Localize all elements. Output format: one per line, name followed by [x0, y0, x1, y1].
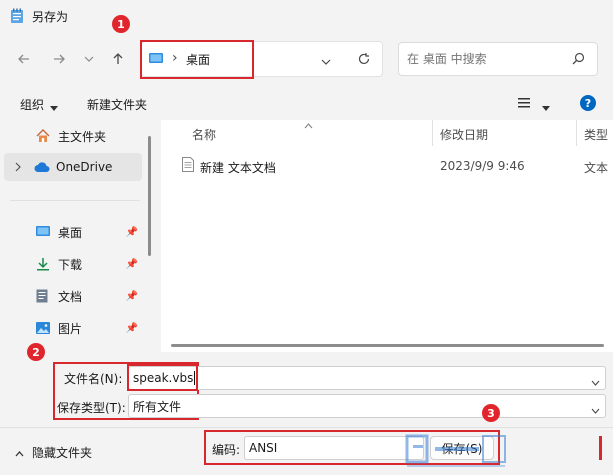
sort-ascending-icon [304, 118, 313, 132]
column-header-name[interactable]: 名称 [192, 126, 216, 143]
forward-button[interactable] [47, 47, 71, 71]
encoding-label: 编码: [212, 443, 241, 457]
address-dropdown-button[interactable] [321, 55, 331, 69]
sidebar-item-label: 主文件夹 [58, 129, 107, 144]
sidebar-item-label: OneDrive [56, 160, 113, 174]
encoding-value: ANSI [249, 441, 278, 455]
window-title: 另存为 [32, 10, 69, 24]
sidebar-scrollbar[interactable] [148, 136, 151, 256]
pin-icon: 📌 [125, 226, 138, 238]
refresh-icon [358, 53, 370, 65]
sidebar-item-label: 文档 [58, 289, 83, 304]
organize-menu[interactable]: 组织 [20, 96, 44, 113]
cancel-button-edge[interactable] [599, 436, 602, 460]
filename-dropdown-button[interactable] [591, 375, 600, 389]
list-view-icon [518, 98, 530, 108]
chevron-down-icon [84, 56, 94, 62]
chevron-right-icon[interactable] [14, 162, 22, 172]
filename-input[interactable]: speak.vbs [128, 366, 606, 390]
filetype-value: 所有文件 [133, 399, 182, 414]
sidebar-item-desktop[interactable]: 桌面 📌 [8, 218, 142, 246]
annotation-badge-3: 3 [482, 404, 500, 422]
annotation-badge-2: 2 [27, 343, 45, 361]
filetype-label: 保存类型(T): [57, 401, 126, 415]
file-list-scrollbar[interactable] [171, 344, 604, 347]
desktop-icon [36, 226, 50, 236]
caret-down-icon [50, 100, 58, 114]
up-button[interactable] [106, 47, 130, 71]
sidebar-item-documents[interactable]: 文档 📌 [8, 282, 142, 310]
pin-icon: 📌 [125, 258, 138, 270]
filename-highlight-box [127, 364, 198, 391]
title-bar [0, 0, 613, 32]
sidebar-item-onedrive[interactable]: OneDrive [4, 153, 142, 181]
column-header-modified[interactable]: 修改日期 [440, 126, 488, 143]
sidebar-item-downloads[interactable]: 下载 📌 [8, 250, 142, 278]
column-divider[interactable] [432, 120, 433, 146]
help-button[interactable]: ? [580, 95, 596, 111]
picture-icon [36, 322, 50, 334]
encoding-select[interactable]: ANSI [244, 436, 424, 460]
chevron-down-icon [591, 380, 600, 386]
download-icon [37, 258, 49, 271]
caret-down-icon [542, 100, 550, 114]
text-file-icon [182, 157, 194, 175]
filetype-select[interactable]: 所有文件 [128, 394, 606, 418]
watermark-logo [405, 432, 510, 470]
view-options-button[interactable] [518, 97, 530, 111]
document-icon [36, 289, 48, 303]
filetype-dropdown-button[interactable] [591, 403, 600, 417]
recent-locations-button[interactable] [77, 47, 101, 71]
arrow-left-icon [18, 54, 29, 64]
chevron-down-icon [321, 59, 331, 65]
arrow-up-icon [113, 53, 123, 64]
search-icon [572, 52, 585, 68]
annotation-badge-1: 1 [112, 15, 130, 33]
form-divider [0, 427, 613, 428]
sidebar-item-pictures[interactable]: 图片 📌 [8, 314, 142, 342]
refresh-button[interactable] [357, 52, 371, 69]
sidebar-item-label: 桌面 [58, 225, 83, 240]
file-modified: 2023/9/9 9:46 [440, 159, 525, 173]
new-folder-button[interactable]: 新建文件夹 [87, 96, 147, 113]
pin-icon: 📌 [125, 322, 138, 334]
file-name: 新建 文本文档 [200, 161, 276, 175]
address-highlight-box [140, 40, 254, 79]
column-divider[interactable] [576, 120, 577, 146]
sidebar-divider [10, 200, 140, 201]
sidebar-item-home[interactable]: 主文件夹 [8, 122, 142, 150]
sidebar-item-label: 图片 [58, 321, 83, 336]
cloud-icon [34, 162, 50, 172]
hide-folders-button[interactable]: 隐藏文件夹 [32, 444, 92, 461]
back-button[interactable] [12, 47, 36, 71]
filename-label: 文件名(N): [64, 372, 123, 386]
file-type: 文本 [584, 161, 609, 175]
home-icon [36, 129, 50, 142]
column-header-type[interactable]: 类型 [584, 126, 608, 143]
chevron-up-icon[interactable] [15, 446, 24, 460]
chevron-down-icon [591, 408, 600, 414]
arrow-right-icon [54, 54, 65, 64]
sidebar-item-label: 下载 [58, 257, 83, 272]
notepad-icon [10, 8, 24, 24]
search-input[interactable] [398, 42, 598, 76]
pin-icon: 📌 [125, 290, 138, 302]
